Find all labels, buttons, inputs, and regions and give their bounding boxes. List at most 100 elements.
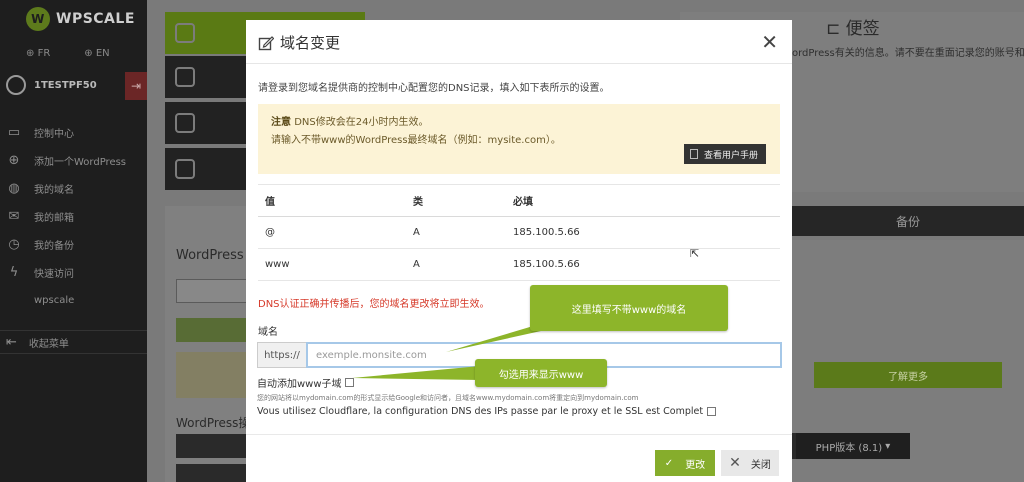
mouse-cursor-icon: ⇱ [690,247,700,260]
cloudflare-option: Vous utilisez Cloudflare, la configurati… [257,406,717,417]
wp-logo-icon [175,23,195,43]
close-icon[interactable]: ✕ [761,30,778,54]
dns-warning: DNS认证正确并传播后，您的域名更改将立即生效。 [258,299,490,310]
table-row: @ A 185.100.5.66 [258,216,780,249]
brand-logo[interactable]: W WPSCALE [26,6,135,32]
col-type: 类 [406,184,506,217]
plus-icon [175,159,195,179]
lang-fr[interactable]: ⊕ FR [26,48,50,59]
collapse-menu-button[interactable]: ⇤ 收起菜单 [0,330,147,354]
sidebar-item-backups[interactable]: ◷ 我的备份 [4,230,147,258]
close-button-label: 关闭 [750,459,771,471]
table-header-row: 值 类 必填 [258,184,780,217]
www-option-label: 自动添加www子域 [257,379,342,390]
side-nav: ▭ 控制中心 ⊕ 添加一个WordPress ◍ 我的域名 ✉ 我的邮箱 ◷ 我… [4,118,147,314]
cloudflare-checkbox[interactable] [707,407,717,416]
domain-change-dialog: 域名变更 ✕ 请登录到您域名提供商的控制中心配置您的DNS记录，填入如下表所示的… [246,20,792,482]
book-icon [689,149,698,159]
dialog-intro: 请登录到您域名提供商的控制中心配置您的DNS记录，填入如下表所示的设置。 [258,83,610,94]
language-switcher: ⊕ FR ⊕ EN [26,48,110,59]
notes-title: ⊏ 便签 [826,19,880,39]
table-row: www A 185.100.5.66 [258,248,780,281]
wordpress-url-field[interactable] [176,279,247,303]
user-manual-label: 查看用户手册 [703,150,758,161]
sidebar-item-label: 我的域名 [34,184,74,196]
sidebar-item-dashboard[interactable]: ▭ 控制中心 [4,118,147,146]
www-subdomain-option: 自动添加www子域 [257,375,354,390]
https-prefix: https:// [257,342,307,368]
backup-header: 备份 [792,206,1024,236]
sidebar-item-wpscale[interactable]: wpscale [4,286,147,314]
lang-en[interactable]: ⊕ EN [84,48,109,59]
callout-www-hint: 勾选用来显示www [475,359,607,387]
notice-line-1: 注意 DNS修改会在24小时内生效。 [271,117,429,128]
change-button[interactable]: ✓ 更改 [655,450,715,476]
dialog-header: 域名变更 ✕ [246,20,792,64]
server-icon [175,113,195,133]
notice-box: 注意 DNS修改会在24小时内生效。 请输入不带www的WordPress最终域… [258,104,780,174]
sidebar-item-quick-access[interactable]: ϟ 快速访问 [4,258,147,286]
www-help-text: 您的网站将以mydomain.com的形式显示给Google和访问者，且域名ww… [257,394,639,402]
globe-icon: ⊕ [26,48,38,59]
sidebar-item-label: 添加一个WordPress [34,156,127,168]
brand-name: WPSCALE [56,11,135,27]
sidebar: W WPSCALE ⊕ FR ⊕ EN 1TESTPF50 ⇥ ▭ 控制中心 ⊕… [0,0,147,482]
wordpress-operations-title: WordPress操 [176,416,251,430]
check-icon: ✓ [664,457,674,469]
avatar-icon [6,75,26,95]
wp-logo-icon: W [26,7,50,31]
sidebar-item-mail[interactable]: ✉ 我的邮箱 [4,202,147,230]
cell-type: A [406,248,506,281]
globe-icon: ⊕ [84,48,96,59]
learn-more-button[interactable]: 了解更多 [814,362,1002,388]
cell-value: @ [258,216,406,249]
change-button-label: 更改 [685,459,706,471]
cell-required: 185.100.5.66 [506,216,780,249]
wordpress-label: WordPress [176,248,244,263]
sidebar-item-domains[interactable]: ◍ 我的域名 [4,174,147,202]
php-version-dropdown[interactable]: PHP版本 (8.1) ▾ [796,433,910,459]
sidebar-item-label: 控制中心 [34,128,74,140]
cell-type: A [406,216,506,249]
update-extensions-button[interactable] [176,434,247,458]
sidebar-item-label: 我的备份 [34,240,74,252]
dialog-title: 域名变更 [258,32,340,53]
edit-icon [258,35,274,50]
cloudflare-label: Vous utilisez Cloudflare, la configurati… [257,406,704,417]
backup-icon: ◷ [8,236,20,252]
collapse-icon: ⇤ [6,334,17,350]
sidebar-item-add-wordpress[interactable]: ⊕ 添加一个WordPress [4,146,147,174]
sidebar-item-label: 我的邮箱 [34,212,74,224]
background-alert [176,352,247,398]
dialog-title-text: 域名变更 [280,34,341,52]
domain-field-label: 域名 [258,327,278,338]
collapse-label: 收起菜单 [28,338,69,350]
notes-text: ordPress有关的信息。请不要在重面记录您的账号和 [792,48,1024,59]
globe-icon: ◍ [8,180,20,196]
notice-label: 注意 [271,117,291,128]
dialog-footer-divider [246,434,792,435]
sidebar-item-label: 快速访问 [34,268,74,280]
notice-line-2: 请输入不带www的WordPress最终域名（例如：mysite.com）。 [271,135,561,146]
user-name: 1TESTPF50 [34,79,97,91]
view-my-site-button[interactable] [176,318,247,342]
close-icon: ✕ [729,455,741,471]
dns-records-table: 值 类 必填 @ A 185.100.5.66 www A 185.100.5.… [258,184,780,281]
col-value: 值 [258,184,406,217]
user-manual-button[interactable]: 查看用户手册 [683,144,766,164]
www-checkbox[interactable] [344,378,354,387]
user-row: 1TESTPF50 ⇥ [6,72,147,100]
monitor-icon: ▭ [7,124,21,140]
pin-icon: ⊏ [826,19,846,39]
check-wordpress-button[interactable] [176,464,247,482]
col-required: 必填 [506,184,780,217]
mail-icon: ✉ [8,208,20,224]
cell-required: 185.100.5.66 [506,248,780,281]
logout-icon[interactable]: ⇥ [125,72,147,100]
bolt-icon: ϟ [9,264,19,280]
server-icon [175,67,195,87]
cell-value: www [258,248,406,281]
plus-circle-icon: ⊕ [8,152,20,168]
close-button[interactable]: ✕ 关闭 [721,450,779,476]
callout-domain-hint: 这里填写不带www的域名 [530,285,728,331]
